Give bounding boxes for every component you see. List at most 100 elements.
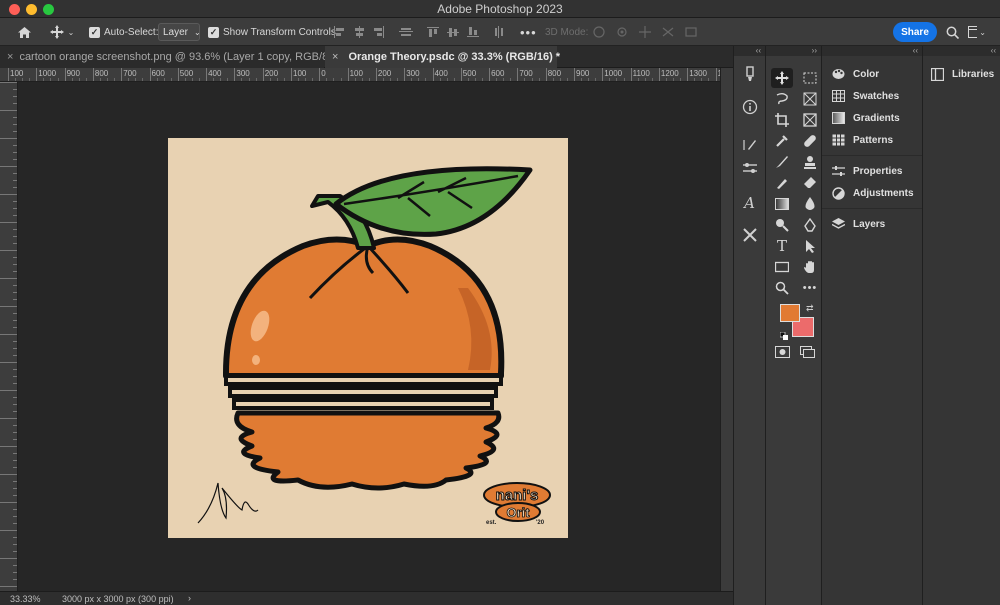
ruler-tick [545, 68, 547, 81]
panel-libraries[interactable]: Libraries [923, 63, 1000, 85]
gradient-icon [832, 112, 845, 125]
auto-select-dropdown[interactable]: Layer ⌄ [158, 18, 201, 46]
swap-colors-icon[interactable]: ⇄ [806, 303, 814, 314]
ruler-tick [687, 68, 689, 81]
adjust-sliders-icon[interactable] [742, 161, 758, 175]
align-center-icon[interactable] [353, 26, 365, 38]
half-circle-icon [832, 186, 845, 200]
show-transform-checkbox[interactable]: ✓ [208, 18, 219, 46]
3d-pan-icon[interactable] [638, 26, 652, 38]
marquee-tool-icon[interactable] [799, 68, 821, 88]
history-brush-tool-icon[interactable] [771, 173, 793, 193]
ruler-tick-label: 200 [264, 69, 279, 78]
app-title: Adobe Photoshop 2023 [437, 2, 563, 16]
pen-tool-icon[interactable] [799, 215, 821, 235]
panel-swatches[interactable]: Swatches [822, 85, 922, 107]
ruler-tick-label: 0 [321, 69, 326, 78]
info-icon[interactable] [742, 99, 758, 115]
panel-label: Libraries [952, 68, 995, 80]
home-icon[interactable] [14, 18, 34, 46]
ruler-tick-label: 800 [547, 69, 562, 78]
zoom-level[interactable]: 33.33% [10, 594, 41, 604]
panel-adjustments[interactable]: Adjustments [822, 182, 922, 204]
foreground-color-swatch[interactable] [780, 304, 800, 322]
character-panel-icon[interactable]: A [744, 194, 755, 212]
tab-close-icon[interactable]: × [332, 51, 338, 63]
nanis-orit-badge: nani's Orit est. '20 [483, 482, 551, 526]
auto-select-checkbox[interactable]: ✓ [89, 18, 100, 46]
panel-patterns[interactable]: Patterns [822, 129, 922, 151]
ruler-tick [234, 68, 236, 81]
ruler-tick [262, 68, 264, 81]
path-select-tool-icon[interactable] [799, 236, 821, 256]
move-tool-icon[interactable] [771, 68, 793, 88]
3d-slide-icon[interactable] [661, 26, 675, 38]
history-brush-icon[interactable] [743, 66, 757, 82]
tools-crossed-icon[interactable] [742, 227, 758, 243]
ruler-tick [36, 68, 38, 81]
frame-tool-icon[interactable] [799, 110, 821, 130]
brush-settings-icon[interactable] [742, 136, 758, 152]
distribute-icon[interactable] [399, 26, 413, 38]
crop-tool-icon[interactable] [771, 110, 793, 130]
stamp-tool-icon[interactable] [799, 152, 821, 172]
panel-gradients[interactable]: Gradients [822, 107, 922, 129]
align-bottom-icon[interactable] [467, 26, 479, 38]
zoom-tool-icon[interactable] [771, 278, 793, 298]
ruler-tick-label: 500 [179, 69, 194, 78]
align-left-icon[interactable] [333, 26, 345, 38]
stripe-2 [228, 386, 498, 398]
screen-mode-icon[interactable] [800, 346, 815, 361]
tab-close-icon[interactable]: × [7, 51, 13, 63]
document-canvas[interactable]: nani's Orit est. '20 [168, 138, 568, 538]
tab-cartoon-orange[interactable]: × cartoon orange screenshot.png @ 93.6% … [0, 46, 343, 68]
gradient-tool-icon[interactable] [771, 194, 793, 214]
rectangle-tool-icon[interactable] [771, 257, 793, 277]
quick-mask-icon[interactable] [775, 346, 790, 361]
3d-roll-icon[interactable] [615, 26, 629, 38]
object-select-tool-icon[interactable] [799, 89, 821, 109]
status-menu-arrow[interactable]: › [188, 593, 191, 603]
orange-body [223, 236, 505, 379]
hand-tool-icon[interactable] [799, 257, 821, 277]
blur-tool-icon[interactable] [799, 194, 821, 214]
brush-tool-icon[interactable] [771, 152, 793, 172]
panel-layers[interactable]: Layers [822, 213, 922, 235]
ruler-tick-label: 1000 [38, 69, 57, 78]
panel-properties[interactable]: Properties [822, 160, 922, 182]
align-right-icon[interactable] [373, 26, 385, 38]
badge-line1: nani's [496, 487, 539, 504]
ruler-tick [432, 68, 434, 81]
ruler-tick-label: 100 [10, 69, 24, 78]
expand-button[interactable]: ›› [766, 46, 821, 56]
eyedropper-tool-icon[interactable] [771, 131, 793, 151]
default-colors-icon[interactable] [779, 331, 788, 340]
panel-color[interactable]: Color [822, 63, 922, 85]
ruler-tick [658, 68, 660, 81]
more-tools-icon[interactable]: ••• [799, 278, 821, 298]
healing-brush-tool-icon[interactable] [799, 131, 821, 151]
share-button[interactable]: Share [893, 22, 937, 42]
eraser-tool-icon[interactable] [799, 173, 821, 193]
3d-rotate-icon[interactable] [592, 26, 606, 38]
auto-select-label: Auto-Select: [104, 26, 159, 38]
ruler-tick-label: 700 [519, 69, 533, 78]
search-icon[interactable] [945, 18, 959, 46]
distribute-vertical-icon[interactable] [493, 26, 505, 38]
collapse-button[interactable]: ‹‹ [734, 46, 765, 56]
ruler-tick-label: 600 [491, 69, 505, 78]
workspace-icon[interactable]: ⌄ [968, 18, 986, 46]
move-tool-preset-icon[interactable]: ⌄ [48, 18, 76, 46]
collapse-button[interactable]: ‹‹ [923, 46, 1000, 56]
more-options-button[interactable]: ••• [520, 18, 537, 46]
type-tool-icon[interactable]: T [771, 236, 793, 256]
collapse-button[interactable]: ‹‹ [822, 46, 922, 56]
align-middle-icon[interactable] [447, 26, 459, 38]
align-top-icon[interactable] [427, 26, 439, 38]
tab-orange-theory[interactable]: × Orange Theory.psdc @ 33.3% (RGB/16) * [325, 46, 560, 68]
ruler-tick [489, 68, 491, 81]
3d-scale-icon[interactable] [684, 26, 698, 38]
ruler-tick [517, 68, 519, 81]
lasso-tool-icon[interactable] [771, 89, 793, 109]
dodge-tool-icon[interactable] [771, 215, 793, 235]
